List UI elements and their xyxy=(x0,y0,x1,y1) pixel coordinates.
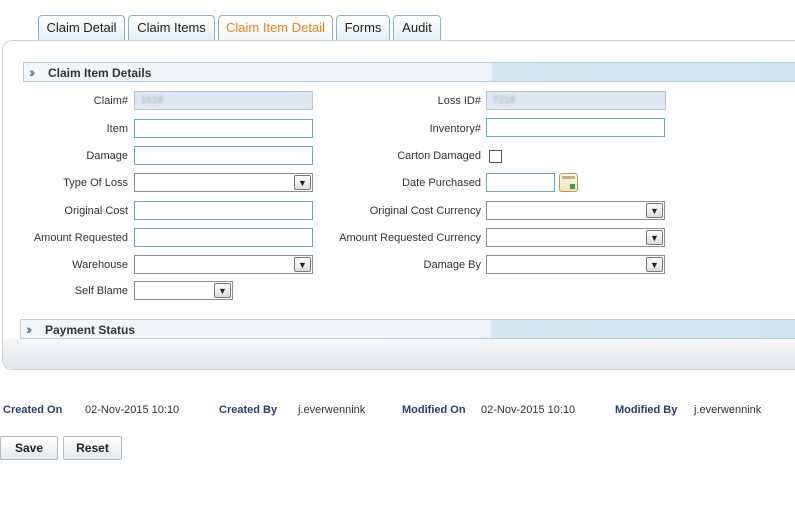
claim-no-value: 1618 xyxy=(141,95,164,106)
damage-input[interactable] xyxy=(134,146,313,165)
reset-button[interactable]: Reset xyxy=(63,436,122,460)
section-header-claim-item-details[interactable]: ›› Claim Item Details xyxy=(23,62,795,82)
date-purchased-label: Date Purchased xyxy=(402,177,481,189)
created-by-label: Created By xyxy=(219,404,278,416)
date-purchased-input[interactable] xyxy=(486,173,555,192)
section-title: Claim Item Details xyxy=(48,66,152,80)
loss-id-value: 7218 xyxy=(493,95,516,106)
warehouse-label: Warehouse xyxy=(72,259,128,271)
save-button[interactable]: Save xyxy=(0,436,58,460)
self-blame-label: Self Blame xyxy=(74,285,128,297)
modified-by-label: Modified By xyxy=(615,404,678,416)
damage-by-select[interactable]: ▼ xyxy=(486,255,665,274)
type-of-loss-label: Type Of Loss xyxy=(63,177,128,189)
type-of-loss-select[interactable]: ▼ xyxy=(134,173,313,192)
amount-requested-input[interactable] xyxy=(134,228,313,247)
warehouse-select[interactable]: ▼ xyxy=(134,255,313,274)
tab-claim-item-detail[interactable]: Claim Item Detail xyxy=(218,15,333,41)
chevron-down-icon[interactable]: ▼ xyxy=(646,230,663,245)
tab-audit[interactable]: Audit xyxy=(393,15,441,40)
claim-no-field: 1618 xyxy=(134,91,313,110)
loss-id-label: Loss ID# xyxy=(437,95,481,107)
item-label: Item xyxy=(106,123,128,135)
chevron-down-icon[interactable]: ▼ xyxy=(214,283,231,298)
chevron-down-icon[interactable]: ▼ xyxy=(646,203,663,218)
section-title: Payment Status xyxy=(45,323,136,337)
original-cost-label: Original Cost xyxy=(64,205,128,217)
amount-requested-currency-label: Amount Requested Currency xyxy=(339,232,481,244)
section-header-payment-status[interactable]: ›› Payment Status xyxy=(20,319,795,339)
inventory-input[interactable] xyxy=(486,118,665,137)
created-on-label: Created On xyxy=(3,404,63,416)
damage-label: Damage xyxy=(86,150,128,162)
amount-requested-currency-select[interactable]: ▼ xyxy=(486,228,665,247)
original-cost-input[interactable] xyxy=(134,201,313,220)
tab-forms[interactable]: Forms xyxy=(336,15,390,40)
modified-on-value: 02-Nov-2015 10:10 xyxy=(481,404,576,416)
item-input[interactable] xyxy=(134,119,313,138)
modified-by-value: j.everwennink xyxy=(694,404,762,416)
claim-no-label: Claim# xyxy=(93,95,128,107)
carton-damaged-label: Carton Damaged xyxy=(397,150,481,162)
self-blame-select[interactable]: ▼ xyxy=(134,281,233,300)
created-on-value: 02-Nov-2015 10:10 xyxy=(85,404,180,416)
loss-id-field: 7218 xyxy=(486,91,666,110)
created-by-value: j.everwennink xyxy=(298,404,366,416)
original-cost-currency-select[interactable]: ▼ xyxy=(486,201,665,220)
calendar-icon[interactable] xyxy=(559,173,578,192)
damage-by-label: Damage By xyxy=(423,259,481,271)
original-cost-currency-label: Original Cost Currency xyxy=(369,205,481,217)
inventory-label: Inventory# xyxy=(429,123,481,135)
carton-damaged-checkbox[interactable] xyxy=(489,150,502,163)
chevron-down-icon[interactable]: ▼ xyxy=(646,257,663,272)
chevron-down-icon[interactable]: ▼ xyxy=(294,257,311,272)
tab-claim-items[interactable]: Claim Items xyxy=(128,15,215,40)
panel-footer-band xyxy=(3,339,795,369)
claim-item-panel: ›› Claim Item Details Claim# 1618 Loss I… xyxy=(2,40,795,370)
double-chevron-right-icon: ›› xyxy=(26,321,33,337)
double-chevron-right-icon: ›› xyxy=(29,64,36,80)
tab-claim-detail[interactable]: Claim Detail xyxy=(38,15,125,40)
amount-requested-label: Amount Requested xyxy=(33,232,128,244)
chevron-down-icon[interactable]: ▼ xyxy=(294,175,311,190)
modified-on-label: Modified On xyxy=(402,404,466,416)
